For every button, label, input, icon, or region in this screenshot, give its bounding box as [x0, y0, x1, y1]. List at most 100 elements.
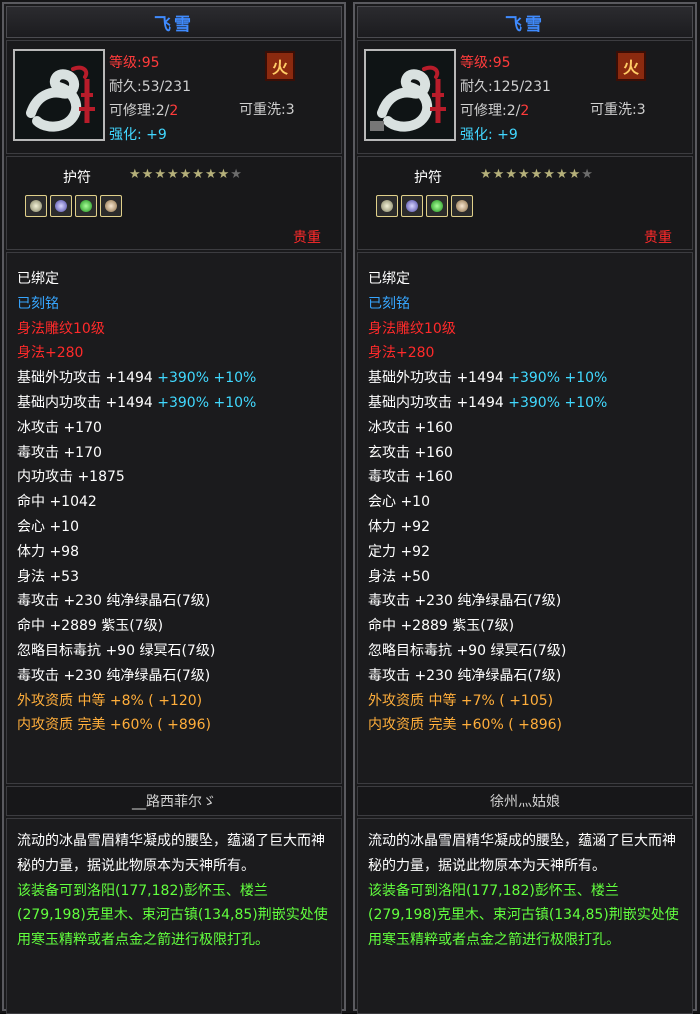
- level-value: 95: [492, 55, 511, 71]
- attribute-list: 已绑定 已刻铭 身法雕纹10级 身法+280 基础外功攻击 +1494 +390…: [6, 252, 342, 784]
- attack-label: 基础内功攻击: [368, 394, 452, 411]
- stat-line: 毒攻击 +160: [368, 469, 453, 486]
- description-upgrade: 该装备可到洛阳(177,182)彭怀玉、楼兰(279,198)克里木、束河古镇(…: [368, 882, 679, 949]
- aptitude-line: 内攻资质 完美 +60% ( +896): [368, 717, 563, 734]
- bound-status: 已绑定: [17, 271, 59, 287]
- stat-line: 毒攻击 +230 纯净绿晶石(7级): [17, 667, 211, 684]
- repair-line: 可修理:2/2: [109, 103, 179, 119]
- star-filled-icon: ★: [505, 167, 518, 182]
- star-filled-icon: ★: [492, 167, 506, 182]
- description-upgrade: 该装备可到洛阳(177,182)彭怀玉、楼兰(279,198)克里木、束河古镇(…: [17, 882, 328, 949]
- amulet-section: 护符 ★★★★★★★★★ 贵重: [357, 156, 693, 250]
- gem-slot-1[interactable]: [376, 195, 398, 217]
- precious-label: 贵重: [293, 230, 321, 246]
- star-filled-icon: ★: [543, 167, 556, 182]
- stat-line: 会心 +10: [368, 494, 430, 511]
- aptitude-line: 外攻资质 中等 +8% ( +120): [17, 692, 203, 709]
- amulet-section: 护符 ★★★★★★★★★ 贵重: [6, 156, 342, 250]
- gem-slot-4[interactable]: [100, 195, 122, 217]
- rewash-line: 可重洗:3: [239, 102, 295, 118]
- rewash-label: 可重洗: [239, 102, 281, 118]
- agility-engrave: 身法雕纹10级: [17, 320, 105, 337]
- stat-line: 体力 +92: [368, 518, 430, 535]
- refine-value: +9: [146, 127, 167, 143]
- stat-line: 体力 +98: [17, 543, 79, 560]
- stat-line: 玄攻击 +160: [368, 444, 453, 461]
- stat-line: 身法 +53: [17, 568, 79, 585]
- refine-label: 强化: [109, 127, 137, 143]
- attribute-lines: 已绑定 已刻铭 身法雕纹10级 身法+280 基础外功攻击 +1494 +390…: [17, 267, 256, 738]
- attack-label: 基础外功攻击: [368, 370, 452, 387]
- stat-line: 毒攻击 +170: [17, 444, 102, 461]
- gem-slot-2[interactable]: [50, 195, 72, 217]
- stat-line: 命中 +2889 紫玉(7级): [17, 618, 164, 635]
- gem-slot-2[interactable]: [401, 195, 423, 217]
- repair-max: 2: [520, 103, 530, 119]
- item-description: 流动的冰晶雪眉精华凝成的腰坠，蕴涵了巨大而神秘的力量，据说此物原本为天神所有。 …: [6, 818, 342, 1014]
- attack-value: +1494: [105, 394, 153, 411]
- star-filled-icon: ★: [154, 167, 167, 182]
- stat-line: 毒攻击 +230 纯净绿晶石(7级): [17, 593, 211, 610]
- stat-line: 忽略目标毒抗 +90 绿冥石(7级): [17, 642, 216, 659]
- item-stats: 等级:95 耐久:53/231 可修理:2/2 强化: +9: [109, 51, 191, 147]
- star-filled-icon: ★: [480, 167, 493, 182]
- fire-emblem-icon: 火: [616, 51, 646, 81]
- durability-label: 耐久: [460, 79, 488, 95]
- attack-pct-1: +390%: [157, 370, 210, 387]
- attack-line: 基础外功攻击 +1494 +390% +10%: [17, 366, 256, 391]
- star-empty-icon: ★: [581, 167, 594, 182]
- engraved-status: 已刻铭: [368, 295, 410, 312]
- attack-pct-2: +10%: [213, 370, 257, 387]
- rewash-line: 可重洗:3: [590, 102, 646, 118]
- durability-label: 耐久: [109, 79, 137, 95]
- repair-label: 可修理: [109, 103, 151, 119]
- item-header: 火 等级:95 耐久:125/231 可修理:2/2 强化: +9 可重洗:3: [357, 40, 693, 154]
- star-filled-icon: ★: [530, 167, 544, 182]
- star-empty-icon: ★: [230, 167, 243, 182]
- repair-current: 2: [155, 103, 165, 119]
- jade-pendant-icon: [366, 51, 454, 139]
- stat-line: 冰攻击 +170: [17, 419, 102, 436]
- star-filled-icon: ★: [141, 167, 155, 182]
- refine-label: 强化: [460, 127, 488, 143]
- repair-label: 可修理: [460, 103, 502, 119]
- attack-line: 基础外功攻击 +1494 +390% +10%: [368, 366, 607, 391]
- rewash-value: 3: [636, 102, 646, 118]
- gem-slot-3[interactable]: [75, 195, 97, 217]
- engraved-status: 已刻铭: [17, 295, 59, 312]
- gem-slot-4[interactable]: [451, 195, 473, 217]
- level-value: 95: [141, 55, 160, 71]
- attack-pct-2: +10%: [564, 394, 608, 411]
- attack-label: 基础内功攻击: [17, 394, 101, 411]
- attack-value: +1494: [105, 370, 153, 387]
- repair-max: 2: [169, 103, 179, 119]
- attack-pct-1: +390%: [508, 370, 561, 387]
- durability-value: 125/231: [492, 79, 551, 95]
- gem-slots: [25, 195, 122, 217]
- agility-engrave: 身法雕纹10级: [368, 320, 456, 337]
- gem-slot-3[interactable]: [426, 195, 448, 217]
- stat-line: 忽略目标毒抗 +90 绿冥石(7级): [368, 642, 567, 659]
- attack-line: 基础内功攻击 +1494 +390% +10%: [368, 391, 607, 416]
- attack-pct-2: +10%: [213, 394, 257, 411]
- stat-line: 定力 +92: [368, 543, 430, 560]
- star-filled-icon: ★: [204, 167, 218, 182]
- star-rating: ★★★★★★★★★: [480, 167, 594, 182]
- repair-line: 可修理:2/2: [460, 103, 530, 119]
- star-filled-icon: ★: [129, 167, 142, 182]
- attack-value: +1494: [456, 370, 504, 387]
- agility-bonus: 身法+280: [368, 345, 435, 362]
- attribute-lines: 已绑定 已刻铭 身法雕纹10级 身法+280 基础外功攻击 +1494 +390…: [368, 267, 607, 738]
- star-rating: ★★★★★★★★★: [129, 167, 243, 182]
- gem-slot-1[interactable]: [25, 195, 47, 217]
- attack-line: 基础内功攻击 +1494 +390% +10%: [17, 391, 256, 416]
- durability-line: 耐久:53/231: [109, 79, 191, 95]
- item-title: 飞雪: [357, 6, 693, 38]
- refine-value: +9: [497, 127, 518, 143]
- item-card-left: 飞雪 火 等级:95 耐久:53/231 可修理:2/2 强化: +9 可重洗:…: [2, 2, 346, 1014]
- star-filled-icon: ★: [555, 167, 569, 182]
- attack-label: 基础外功攻击: [17, 370, 101, 387]
- star-filled-icon: ★: [517, 167, 531, 182]
- durability-value: 53/231: [141, 79, 191, 95]
- bound-status: 已绑定: [368, 271, 410, 287]
